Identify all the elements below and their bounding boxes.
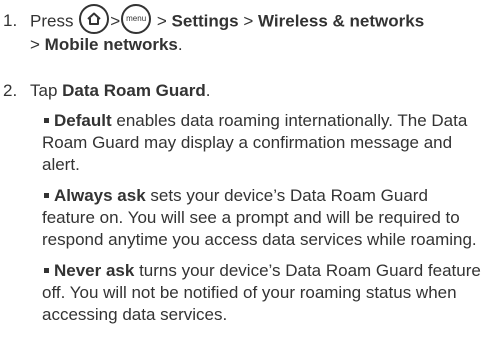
option-term: Default <box>54 111 112 130</box>
separator: > <box>243 11 254 31</box>
step-2-text: Tap Data Roam Guard. <box>30 80 482 102</box>
home-icon <box>87 12 101 25</box>
tap-text: Tap <box>30 81 58 100</box>
path-settings: Settings <box>171 11 239 31</box>
option-term: Never ask <box>54 261 135 280</box>
period: . <box>177 35 183 54</box>
option-term: Always ask <box>54 186 146 205</box>
step-1-text: Press > menu > Settings > Wireless & netw… <box>30 4 482 56</box>
home-key-icon <box>79 4 110 34</box>
bullet-icon <box>44 267 49 273</box>
option-never-ask: Never ask turns your device’s Data Roam … <box>42 260 482 326</box>
target-data-roam-guard: Data Roam Guard <box>62 81 206 100</box>
step-number: 1. <box>3 11 18 30</box>
press-text: Press <box>30 11 74 31</box>
option-always-ask: Always ask sets your device’s Data Roam … <box>42 185 482 251</box>
separator: > <box>110 11 121 31</box>
path-mobile: Mobile networks <box>44 35 178 54</box>
bullet-icon <box>44 192 49 198</box>
menu-key-label: menu <box>126 14 147 23</box>
period: . <box>205 81 211 100</box>
separator: > <box>156 11 167 31</box>
option-default: Default enables data roaming internation… <box>42 110 482 176</box>
path-wireless: Wireless & networks <box>258 11 425 31</box>
bullet-icon <box>44 117 49 123</box>
menu-key-icon: menu <box>121 4 152 34</box>
step-number: 2. <box>3 81 18 100</box>
separator: > <box>30 35 40 54</box>
